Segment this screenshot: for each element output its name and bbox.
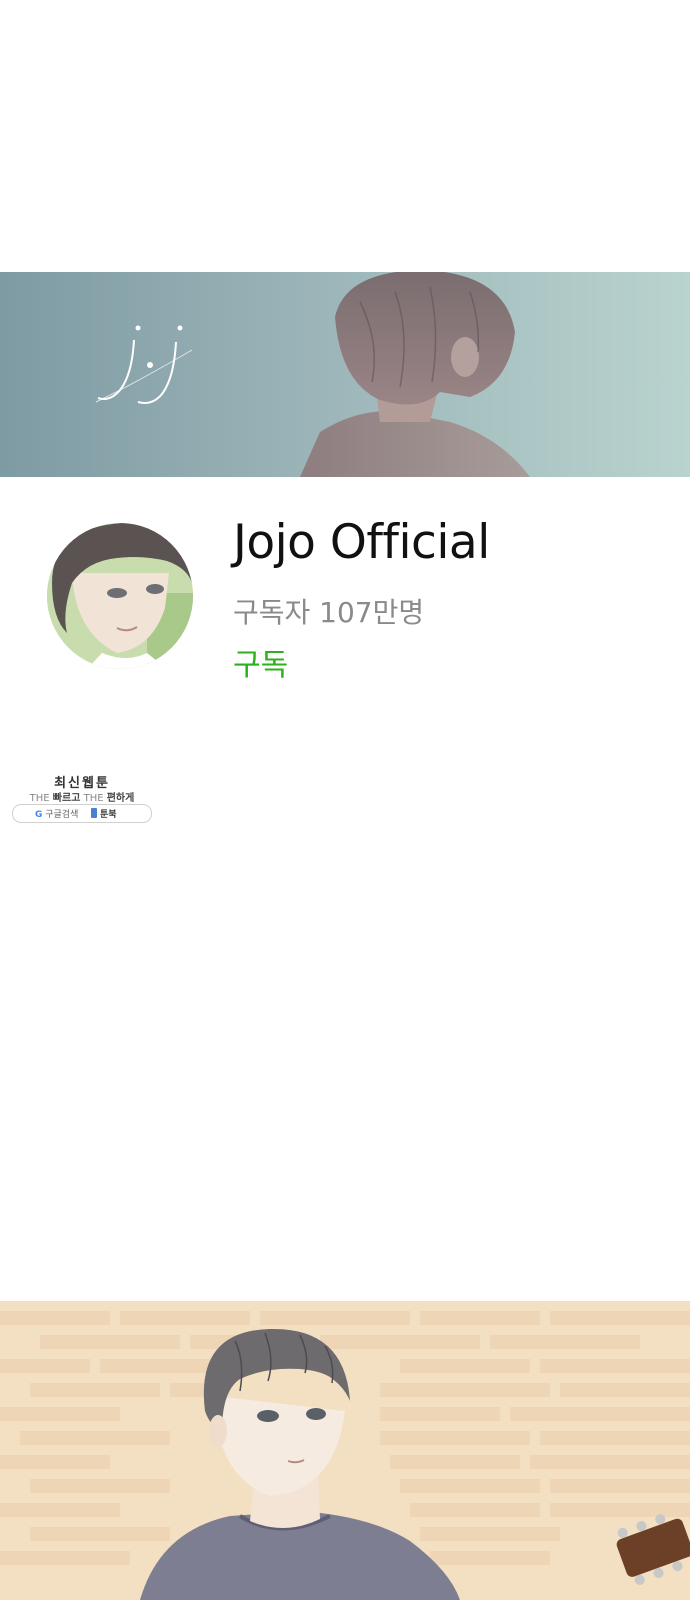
ad-brand-label: 툰북 (100, 810, 117, 820)
channel-banner (0, 272, 690, 477)
google-icon: G (35, 810, 43, 820)
ad-brand: 툰북 (91, 807, 117, 820)
book-icon (91, 808, 97, 818)
ad-slogan-the-2: THE (83, 793, 104, 804)
subscriber-count: 구독자 107만명 (233, 596, 425, 629)
comic-illustration (0, 1311, 690, 1600)
jj-logo (95, 325, 193, 404)
channel-name: Jojo Official (233, 515, 490, 570)
channel-avatar[interactable] (47, 523, 193, 669)
ad-google: G 구글검색 (35, 807, 78, 820)
ad-slogan: THE 빠르고 THE 편하게 (12, 789, 152, 804)
ad-google-label: 구글검색 (45, 810, 79, 820)
comic-panel (0, 1301, 690, 1600)
subscribe-button[interactable]: 구독 (233, 640, 288, 684)
ad-slogan-easy: 편하게 (106, 793, 135, 804)
ad-slogan-fast: 빠르고 (52, 793, 81, 804)
webtoon-ad-badge[interactable]: 최신웹툰 THE 빠르고 THE 편하게 G 구글검색 툰북 (12, 772, 152, 823)
avatar-illustration (47, 523, 193, 669)
ad-slogan-the-1: THE (29, 793, 50, 804)
ad-search-pill[interactable]: G 구글검색 툰북 (12, 804, 152, 823)
